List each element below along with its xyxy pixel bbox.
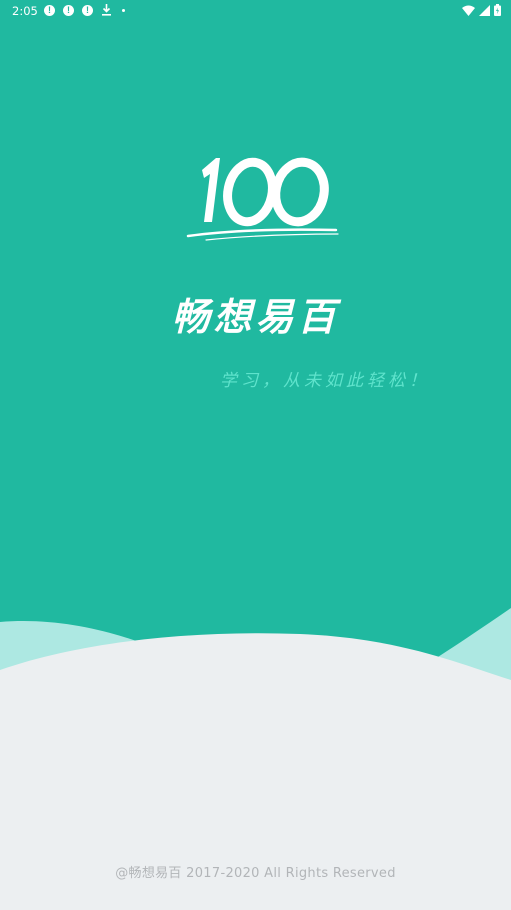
slogan: 学习，从未如此轻松！ xyxy=(220,371,430,391)
alert-icon: ! xyxy=(82,4,93,16)
alert-icon: ! xyxy=(44,4,55,16)
brand-name: 畅想易百 xyxy=(171,295,340,339)
system-icons xyxy=(462,4,501,16)
splash-screen: 2:05 ! ! ! 畅想易百 学习，从未如此轻松！ @畅想易百 2017-20… xyxy=(0,0,511,910)
battery-icon xyxy=(494,4,501,16)
logo-100 xyxy=(186,157,339,241)
copyright-text: @畅想易百 2017-2020 All Rights Reserved xyxy=(115,866,396,881)
notification-icons: ! ! ! xyxy=(44,4,125,16)
wifi-icon xyxy=(462,5,475,16)
alert-icon: ! xyxy=(63,4,74,16)
wave-decoration xyxy=(0,608,511,730)
download-icon xyxy=(102,4,111,16)
dot-icon xyxy=(122,8,125,12)
status-bar: 2:05 ! ! ! xyxy=(0,0,511,22)
status-time: 2:05 xyxy=(12,4,38,18)
signal-icon xyxy=(479,4,490,16)
